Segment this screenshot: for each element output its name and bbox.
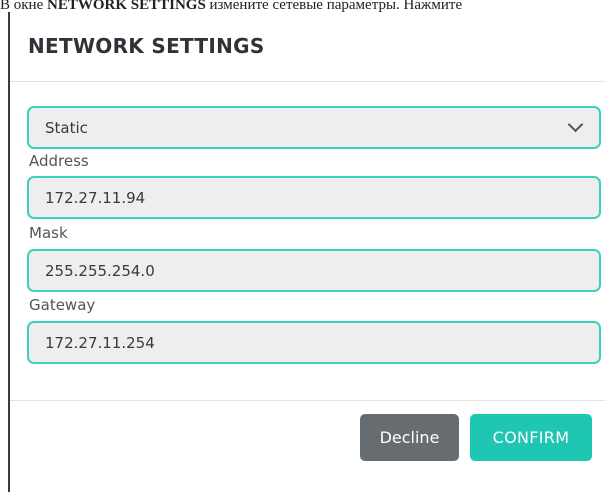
dialog-title: NETWORK SETTINGS — [28, 34, 265, 58]
footer-divider — [10, 400, 605, 401]
gateway-value: 172.27.11.254 — [45, 333, 155, 352]
mask-input[interactable]: 255.255.254.0 — [27, 249, 601, 292]
confirm-button[interactable]: CONFIRM — [470, 414, 592, 461]
header-divider — [10, 81, 605, 82]
address-input[interactable]: 172.27.11.94 — [27, 176, 601, 219]
decline-button[interactable]: Decline — [360, 414, 459, 461]
mode-select[interactable]: Static — [27, 106, 601, 149]
mask-label: Mask — [29, 224, 68, 242]
gateway-label: Gateway — [29, 296, 96, 314]
chevron-down-icon[interactable] — [567, 116, 584, 133]
gateway-input[interactable]: 172.27.11.254 — [27, 321, 601, 364]
mask-value: 255.255.254.0 — [45, 261, 155, 280]
mode-select-value: Static — [45, 118, 88, 137]
address-label: Address — [29, 152, 89, 170]
address-value: 172.27.11.94 — [45, 188, 146, 207]
